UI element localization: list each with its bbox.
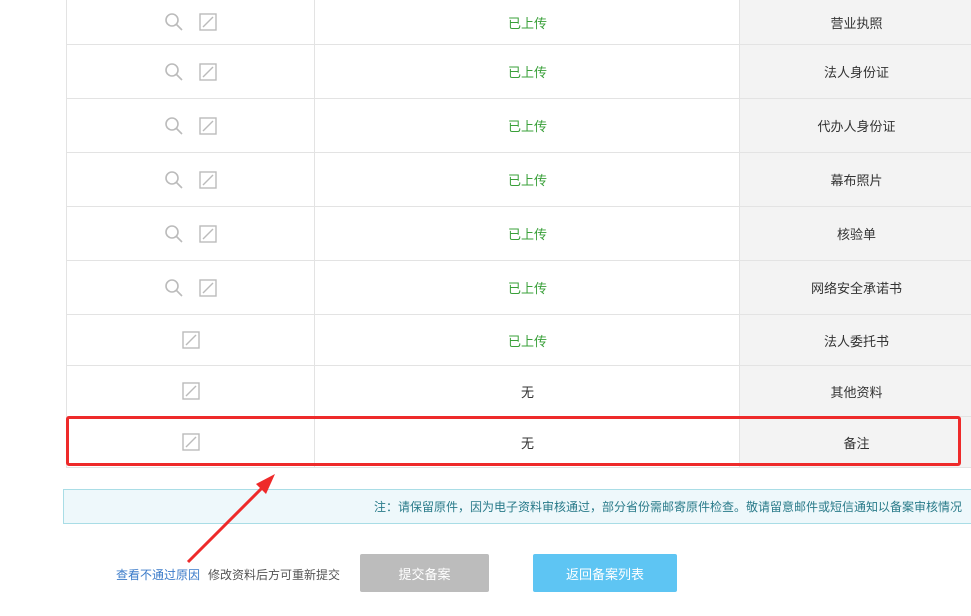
- edit-icon[interactable]: [197, 11, 219, 33]
- material-label: 代办人身份证: [739, 99, 971, 152]
- edit-icon[interactable]: [197, 169, 219, 191]
- status-text: 已上传: [314, 315, 740, 365]
- view-reject-reason-link[interactable]: 查看不通过原因: [116, 566, 200, 583]
- status-text: 已上传: [314, 207, 740, 260]
- row-actions: [67, 45, 314, 98]
- edit-icon[interactable]: [197, 61, 219, 83]
- row-actions: [67, 315, 314, 365]
- search-icon[interactable]: [163, 61, 185, 83]
- back-to-list-button[interactable]: 返回备案列表: [533, 554, 677, 592]
- material-label: 其他资料: [739, 366, 971, 416]
- row-actions: [67, 261, 314, 314]
- table-row: 已上传 核验单: [67, 207, 971, 261]
- resubmit-hint: 修改资料后方可重新提交: [208, 568, 341, 582]
- material-label: 法人委托书: [739, 315, 971, 365]
- material-label: 网络安全承诺书: [739, 261, 971, 314]
- table-row: 已上传 法人身份证: [67, 45, 971, 99]
- table-row: 无 其他资料: [67, 366, 971, 417]
- table-row: 已上传 网络安全承诺书: [67, 261, 971, 315]
- row-actions: [67, 0, 314, 44]
- row-actions: [67, 153, 314, 206]
- row-actions: [67, 99, 314, 152]
- highlight-box: [66, 416, 961, 466]
- edit-icon[interactable]: [180, 380, 202, 402]
- material-label: 法人身份证: [739, 45, 971, 98]
- row-actions: [67, 207, 314, 260]
- edit-icon[interactable]: [180, 329, 202, 351]
- row-actions: [67, 366, 314, 416]
- table-row: 已上传 营业执照: [67, 0, 971, 45]
- search-icon[interactable]: [163, 223, 185, 245]
- material-label: 核验单: [739, 207, 971, 260]
- materials-table: 已上传 营业执照 已上传 法人身份证 已上传 代办人身份证 已上传 幕布照片 已…: [66, 0, 971, 468]
- edit-icon[interactable]: [197, 277, 219, 299]
- table-row: 已上传 幕布照片: [67, 153, 971, 207]
- search-icon[interactable]: [163, 169, 185, 191]
- status-text: 已上传: [314, 261, 740, 314]
- status-text: 无: [314, 366, 740, 416]
- arrow-annotation: [186, 474, 275, 564]
- edit-icon[interactable]: [197, 223, 219, 245]
- status-text: 已上传: [314, 0, 740, 44]
- edit-icon[interactable]: [197, 115, 219, 137]
- material-label: 营业执照: [739, 0, 971, 44]
- material-label: 幕布照片: [739, 153, 971, 206]
- status-text: 已上传: [314, 99, 740, 152]
- status-text: 已上传: [314, 45, 740, 98]
- table-row: 已上传 代办人身份证: [67, 99, 971, 153]
- submit-button[interactable]: 提交备案: [360, 554, 489, 592]
- table-row: 已上传 法人委托书: [67, 315, 971, 366]
- search-icon[interactable]: [163, 11, 185, 33]
- status-text: 已上传: [314, 153, 740, 206]
- search-icon[interactable]: [163, 115, 185, 137]
- search-icon[interactable]: [163, 277, 185, 299]
